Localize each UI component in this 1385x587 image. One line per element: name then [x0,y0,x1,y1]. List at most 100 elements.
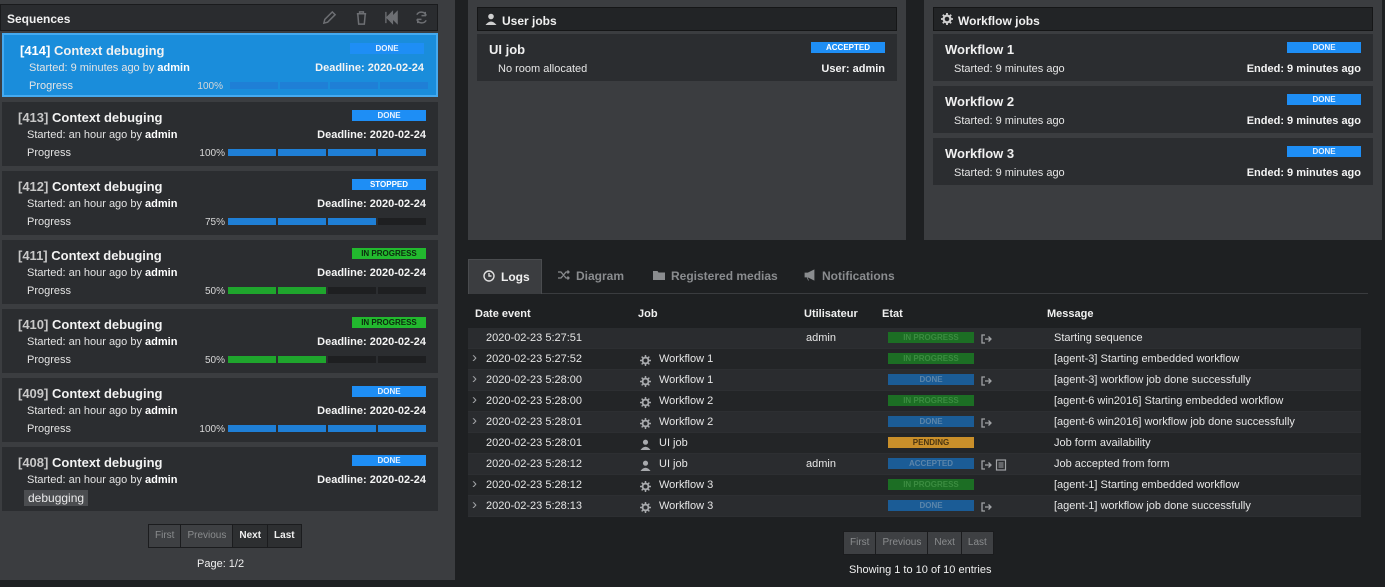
sequence-started: Started: an hour ago by admin [27,336,177,348]
progress-segment [228,425,276,432]
job-card[interactable]: Workflow 2 DONE Started: 9 minutes ago Ende… [933,86,1373,133]
job-card[interactable]: UI job ACCEPTED No room allocated User: adm… [477,34,897,81]
column-header-message[interactable]: Message [1047,308,1093,320]
sign-out-icon[interactable] [980,458,992,470]
state-badge: DONE [888,374,974,385]
status-badge: DONE [352,110,426,121]
sequence-name: Context debuging [51,110,163,125]
page-indicator: Page: 1/2 [197,558,245,570]
sequence-deadline: Deadline: 2020-02-24 [317,336,426,348]
pencil-icon[interactable] [320,8,338,26]
chevron-right-icon[interactable]: › [472,391,477,408]
chevron-right-icon[interactable]: › [472,496,477,513]
chevron-right-icon[interactable]: › [472,349,477,366]
sign-out-icon[interactable] [980,332,992,344]
rewind-icon[interactable] [382,8,400,26]
log-row[interactable]: › 2020-02-23 5:28:13 Workflow 3 DONE [agent-… [468,496,1361,517]
sign-out-icon[interactable] [980,374,992,386]
log-job: Workflow 3 [659,500,714,512]
chevron-right-icon[interactable]: › [472,370,477,387]
sequence-deadline: Deadline: 2020-02-24 [317,198,426,210]
started-user: admin [145,336,178,348]
column-header-state[interactable]: Etat [882,308,903,320]
sequence-card[interactable]: [409] Context debuging DONE Started: an ho… [2,378,438,442]
log-row[interactable]: 2020-02-23 5:28:01 UI job PENDING Job form … [468,433,1361,454]
progress-segment [380,82,428,89]
status-badge: DONE [350,43,424,54]
sequence-card[interactable]: [410] Context debuging IN PROGRESS Started… [2,309,438,373]
sequence-title: [410] Context debuging [18,317,162,332]
log-date: 2020-02-23 5:28:00 [486,374,583,386]
tab-label: Diagram [576,269,625,283]
column-header-user[interactable]: Utilisateur [804,308,858,320]
state-badge: DONE [888,500,974,511]
tab-notifications[interactable]: Notifications [804,259,895,294]
log-row[interactable]: › 2020-02-23 5:28:01 Workflow 2 DONE [agent-… [468,412,1361,433]
sequence-card[interactable]: [408] Context debuging DONE Started: an ho… [2,447,438,511]
progress-percent: 100% [199,424,225,435]
job-card[interactable]: Workflow 3 DONE Started: 9 minutes ago Ende… [933,138,1373,185]
tab-registered-medias[interactable]: Registered medias [653,259,778,294]
log-message: [agent-1] Starting embedded workflow [1054,479,1240,491]
sign-out-icon[interactable] [980,500,992,512]
sequence-card[interactable]: [414] Context debuging DONE Started: 9 min… [2,33,438,97]
workflow-jobs-header: Workflow jobs [933,7,1373,31]
log-user: admin [806,458,836,470]
log-message: [agent-3] Starting embedded workflow [1054,353,1240,365]
tab-diagram[interactable]: Diagram [558,259,624,294]
sequence-deadline: Deadline: 2020-02-24 [317,129,426,141]
started-text: Started: an hour ago by [27,336,146,348]
log-row[interactable]: › 2020-02-23 5:28:00 Workflow 2 IN PROGRESS… [468,391,1361,412]
sequence-pagination: First Previous Next Last [148,524,302,548]
pager-last-button[interactable]: Last [961,532,993,554]
log-row[interactable]: › 2020-02-23 5:28:12 Workflow 3 IN PROGRESS… [468,475,1361,496]
user-icon [640,437,651,450]
user-jobs-panel: User jobs UI job ACCEPTED No room allocate… [468,0,906,240]
sign-out-icon[interactable] [980,416,992,428]
sequence-card[interactable]: [412] Context debuging STOPPED Started: an… [2,171,438,235]
column-header-date[interactable]: Date event [475,308,531,320]
column-header-job[interactable]: Job [638,308,658,320]
log-row[interactable]: 2020-02-23 5:27:51 admin IN PROGRESS Starti… [468,328,1361,349]
progress-segment [278,425,326,432]
pager-first-button[interactable]: First [149,525,182,547]
sequence-card[interactable]: [411] Context debuging IN PROGRESS Started… [2,240,438,304]
job-card[interactable]: Workflow 1 DONE Started: 9 minutes ago Ende… [933,34,1373,81]
list-icon[interactable] [995,458,1007,471]
status-badge: IN PROGRESS [352,317,426,328]
log-row[interactable]: › 2020-02-23 5:28:00 Workflow 1 DONE [agent-… [468,370,1361,391]
clock-icon [483,270,495,282]
pager-last-button[interactable]: Last [268,525,301,547]
progress-percent: 75% [204,217,225,228]
progress-bar [228,356,426,363]
pager-next-button[interactable]: Next [233,525,269,547]
sequence-card[interactable]: [413] Context debuging DONE Started: an ho… [2,102,438,166]
pager-next-button[interactable]: Next [928,532,962,554]
status-badge: DONE [1287,42,1361,53]
sequences-title: Sequences [7,12,71,26]
log-row[interactable]: › 2020-02-23 5:27:52 Workflow 1 IN PROGRESS… [468,349,1361,370]
started-text: Started: an hour ago by [27,405,146,417]
progress-segment [228,287,276,294]
sequence-id: [413] [18,110,49,125]
log-date: 2020-02-23 5:28:12 [486,479,583,491]
tab-logs[interactable]: Logs [468,259,542,294]
log-date: 2020-02-23 5:27:51 [486,332,583,344]
job-detail: Started: 9 minutes ago [954,115,1065,127]
log-job: Workflow 2 [659,416,714,428]
pager-previous-button[interactable]: Previous [181,525,234,547]
progress-segment [378,425,426,432]
pager-first-button[interactable]: First [844,532,877,554]
progress-segment [328,287,376,294]
chevron-right-icon[interactable]: › [472,475,477,492]
log-row[interactable]: 2020-02-23 5:28:12 UI job admin ACCEPTED Job… [468,454,1361,475]
pager-previous-button[interactable]: Previous [876,532,929,554]
chevron-right-icon[interactable]: › [472,412,477,429]
megaphone-icon [804,269,815,281]
progress-segment [280,82,328,89]
trash-icon[interactable] [352,8,370,26]
refresh-icon[interactable] [412,8,430,26]
state-badge: IN PROGRESS [888,395,974,406]
gear-icon [941,13,953,25]
log-date: 2020-02-23 5:28:13 [486,500,583,512]
